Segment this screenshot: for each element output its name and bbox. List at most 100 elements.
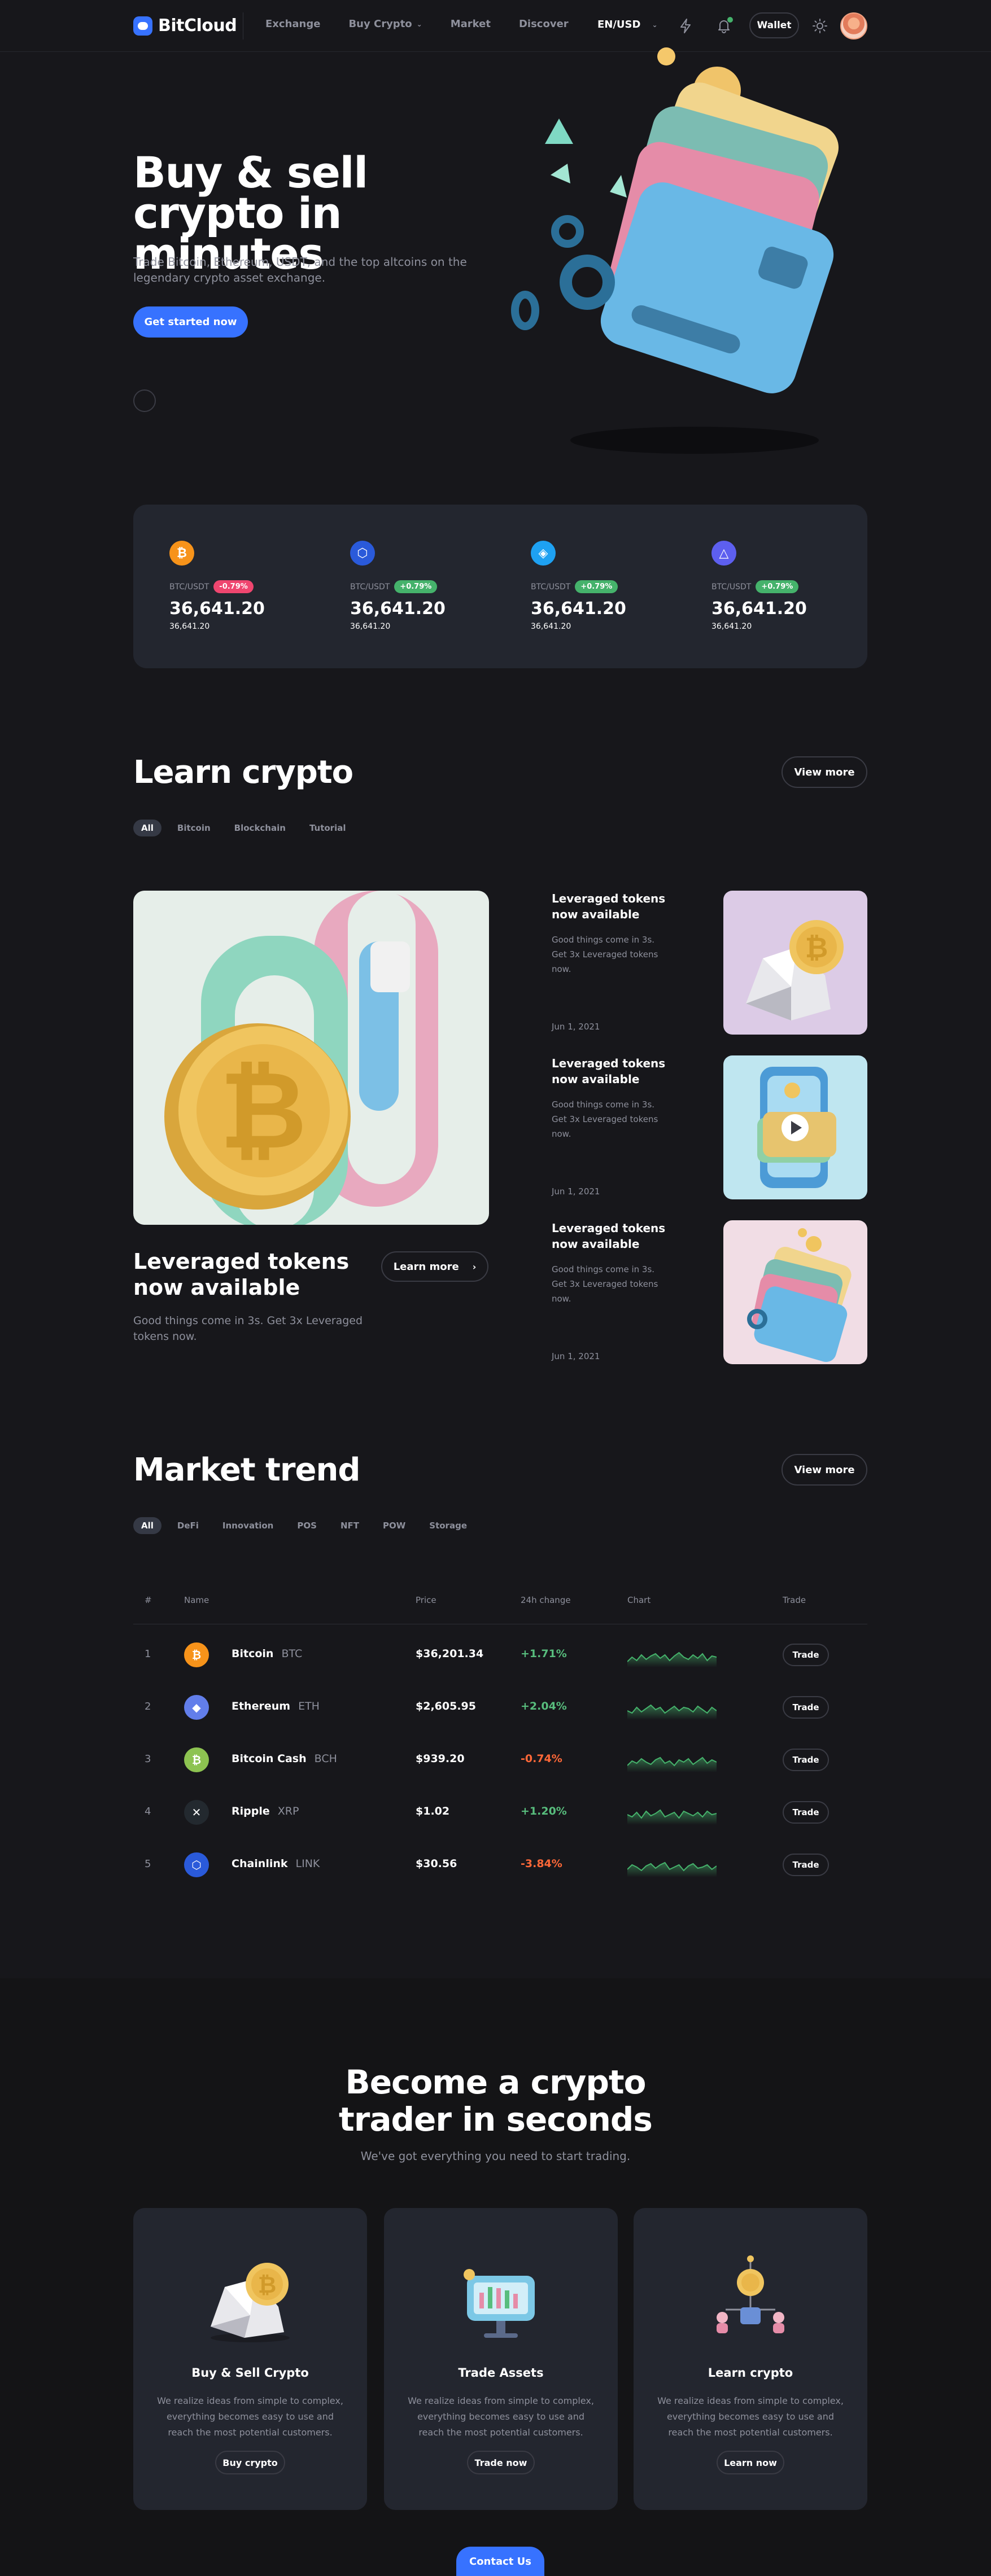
main-nav: Exchange Buy Crypto ⌄ Market Discover [265, 18, 569, 30]
post-subtitle: Good things come in 3s. Get 3x Leveraged… [552, 1099, 658, 1139]
column-header-num: # [145, 1595, 152, 1605]
ticker-item[interactable]: △ BTC/USDT +0.79% 36,641.20 36,641.20 [711, 541, 858, 631]
hero-cards-illustration [511, 47, 839, 454]
learning-network-illustration [717, 2255, 784, 2333]
nav-item-market[interactable]: Market [451, 18, 491, 30]
coin-symbol: LINK [295, 1857, 320, 1870]
hero-subtitle: Trade Bitcoin, Ethereum, USDT, and the t… [133, 255, 467, 284]
tab-defi[interactable]: DeFi [169, 1517, 207, 1534]
trade-now-button[interactable]: Trade now [467, 2451, 535, 2474]
tab-all[interactable]: All [133, 820, 161, 836]
sparkline-chart [627, 1642, 717, 1667]
sparkline-chart [627, 1747, 717, 1772]
market-view-more-button[interactable]: View more [782, 1454, 867, 1486]
coin-symbol: BCH [314, 1753, 337, 1765]
ticker-value: 36,641.20 [350, 599, 446, 619]
ticker-item[interactable]: ₿ BTC/USDT -0.79% 36,641.20 36,641.20 [169, 541, 316, 631]
contact-us-button[interactable]: Contact Us [456, 2547, 544, 2576]
ticker-pair-row: BTC/USDT +0.79% [350, 580, 497, 593]
post-title[interactable]: Leveraged tokens now available [552, 1220, 687, 1252]
column-header-change: 24h change [521, 1595, 571, 1605]
coin-name[interactable]: Bitcoin BTC [232, 1648, 302, 1660]
become-title: Become a crypto trader in seconds [0, 2064, 991, 2138]
bitcoin-icon: ₿ [169, 541, 194, 566]
post-thumbnail[interactable]: ₿ [723, 891, 867, 1035]
tab-nft[interactable]: NFT [333, 1517, 367, 1534]
ethereum-icon: ◆ [184, 1695, 209, 1720]
become-subtitle: We've got everything you need to start t… [360, 2149, 631, 2163]
ticker-value: 36,641.20 [169, 599, 265, 619]
ticker-item[interactable]: ◈ BTC/USDT +0.79% 36,641.20 36,641.20 [531, 541, 678, 631]
trade-button[interactable]: Trade [783, 1801, 829, 1824]
tab-pos[interactable]: POS [289, 1517, 325, 1534]
site-header: BitCloud Exchange Buy Crypto ⌄ Market Dis… [0, 0, 991, 52]
coin-name-label: Bitcoin Cash [232, 1753, 307, 1765]
featured-article-image[interactable]: ₿ [133, 891, 489, 1225]
get-started-button[interactable]: Get started now [133, 306, 248, 338]
coin-name[interactable]: Bitcoin Cash BCH [232, 1753, 337, 1765]
row-number: 5 [145, 1858, 151, 1870]
tab-tutorial[interactable]: Tutorial [302, 820, 354, 836]
buy-crypto-button[interactable]: Buy crypto [215, 2451, 285, 2474]
coin-symbol: XRP [277, 1805, 299, 1817]
chevron-down-icon: ⌄ [416, 20, 422, 28]
ticker-pair-row: BTC/USDT -0.79% [169, 580, 316, 593]
cube-icon: ◈ [531, 541, 556, 566]
rock-coin-illustration: ₿ [211, 2263, 290, 2342]
post-thumbnail[interactable] [723, 1055, 867, 1199]
trade-button[interactable]: Trade [783, 1644, 829, 1666]
tab-all[interactable]: All [133, 1517, 161, 1534]
logo[interactable]: BitCloud [133, 16, 237, 36]
coin-name[interactable]: Ethereum ETH [232, 1700, 320, 1712]
trade-button[interactable]: Trade [783, 1854, 829, 1876]
sun-icon[interactable] [810, 16, 830, 36]
tab-bitcoin[interactable]: Bitcoin [169, 820, 219, 836]
chevron-right-icon: › [472, 1261, 477, 1272]
nav-item-discover[interactable]: Discover [519, 18, 569, 30]
post-title[interactable]: Leveraged tokens now available [552, 891, 687, 922]
learn-more-button[interactable]: Learn more › [381, 1251, 488, 1282]
language-label: EN/USD [597, 19, 641, 30]
scroll-down-icon[interactable] [133, 389, 156, 412]
tab-blockchain[interactable]: Blockchain [226, 820, 294, 836]
sparkline-chart [627, 1695, 717, 1720]
learn-now-button[interactable]: Learn now [717, 2451, 784, 2474]
trade-button[interactable]: Trade [783, 1696, 829, 1719]
language-selector[interactable]: EN/USD ⌄ [597, 19, 658, 30]
coin-name[interactable]: Ripple XRP [232, 1805, 299, 1817]
user-avatar[interactable] [840, 12, 867, 40]
ticker-value-small: 36,641.20 [531, 622, 571, 631]
chainlink-icon: ⬡ [184, 1852, 209, 1877]
tab-innovation[interactable]: Innovation [215, 1517, 281, 1534]
row-number: 3 [145, 1753, 151, 1765]
ticker-value-small: 36,641.20 [711, 622, 752, 631]
post-title[interactable]: Leveraged tokens now available [552, 1055, 687, 1087]
svg-text:₿: ₿ [258, 2272, 277, 2298]
tab-pow[interactable]: POW [375, 1517, 413, 1534]
learn-view-more-button[interactable]: View more [782, 756, 867, 788]
post-thumbnail[interactable] [723, 1220, 867, 1364]
wallet-button[interactable]: Wallet [749, 12, 799, 38]
featured-article-title[interactable]: Leveraged tokens now available [133, 1248, 382, 1300]
row-number: 4 [145, 1806, 151, 1817]
tab-storage[interactable]: Storage [421, 1517, 475, 1534]
nav-item-exchange[interactable]: Exchange [265, 18, 320, 30]
notification-bell-icon[interactable] [714, 16, 734, 36]
bitcoin-icon: ₿ [184, 1642, 209, 1667]
ticker-item[interactable]: ⬡ BTC/USDT +0.79% 36,641.20 36,641.20 [350, 541, 497, 631]
ticker-value-small: 36,641.20 [350, 622, 391, 631]
nav-item-buy-crypto[interactable]: Buy Crypto ⌄ [348, 18, 422, 30]
ticker-value: 36,641.20 [711, 599, 807, 619]
lightning-icon[interactable] [675, 16, 696, 36]
learn-tabs: All Bitcoin Blockchain Tutorial [133, 820, 353, 836]
post-date: Jun 1, 2021 [552, 1022, 600, 1032]
trade-button[interactable]: Trade [783, 1749, 829, 1771]
logo-icon [133, 16, 152, 36]
notification-dot [727, 17, 733, 23]
triangle-icon: △ [711, 541, 736, 566]
post-date: Jun 1, 2021 [552, 1186, 600, 1197]
sparkline [627, 1756, 717, 1772]
bitcoin-cash-icon: ₿ [184, 1747, 209, 1772]
coin-name[interactable]: Chainlink LINK [232, 1857, 320, 1870]
sparkline-chart [627, 1852, 717, 1877]
